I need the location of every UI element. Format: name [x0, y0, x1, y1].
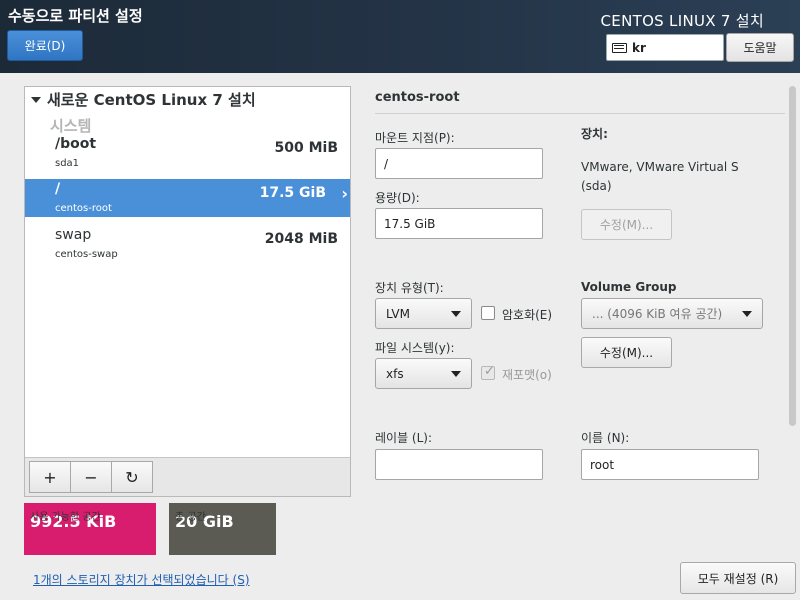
chevron-right-icon: ›: [341, 184, 348, 203]
page-title: 수동으로 파티션 설정: [8, 7, 143, 25]
product-title: CENTOS LINUX 7 설치: [600, 12, 764, 30]
device-value-sda: (sda): [581, 179, 612, 193]
modify-device-button[interactable]: 수정(M)...: [581, 209, 672, 240]
mount-name: /: [55, 181, 61, 197]
help-button[interactable]: 도움말: [726, 33, 794, 62]
checkmark-icon: ✓: [484, 364, 495, 379]
mount-row-boot[interactable]: /boot sda1 500 MiB: [25, 134, 350, 179]
device-value: VMware, VMware Virtual S: [581, 160, 739, 174]
encrypt-checkbox[interactable]: [481, 306, 495, 320]
mount-name: swap: [55, 227, 92, 243]
mount-row-swap[interactable]: swap centos-swap 2048 MiB: [25, 225, 350, 270]
keyboard-icon: [612, 42, 627, 53]
expander-triangle-icon: [31, 96, 41, 103]
available-space-label: 사용 가능한 공간: [30, 512, 101, 523]
reformat-label: 재포맷(o): [502, 368, 552, 382]
mount-size: 17.5 GiB: [259, 185, 326, 201]
device-type-value: LVM: [386, 306, 410, 321]
detail-title: centos-root: [375, 90, 460, 105]
name-field[interactable]: root: [581, 449, 759, 480]
remove-mount-button[interactable]: −: [70, 461, 112, 493]
volume-group-label: Volume Group: [581, 280, 677, 294]
device-type-label: 장치 유형(T):: [375, 281, 444, 295]
mount-toolbar: + − ↻: [25, 457, 350, 496]
encrypt-label: 암호화(E): [502, 308, 553, 322]
chevron-down-icon: [742, 310, 752, 317]
done-button[interactable]: 완료(D): [7, 30, 83, 61]
filesystem-select[interactable]: xfs: [375, 358, 472, 389]
mount-name: /boot: [55, 136, 97, 152]
available-space-box: 사용 가능한 공간 992.5 KiB: [24, 503, 156, 555]
mount-size: 2048 MiB: [264, 231, 338, 247]
label-field[interactable]: [375, 449, 543, 480]
reformat-checkbox[interactable]: ✓: [481, 364, 495, 380]
capacity-field[interactable]: 17.5 GiB: [375, 208, 543, 239]
modify-volume-group-button[interactable]: 수정(M)...: [581, 337, 672, 368]
mount-point-panel: 새로운 CentOS Linux 7 설치 시스템 /boot sda1 500…: [24, 86, 351, 497]
storage-devices-link[interactable]: 1개의 스토리지 장치가 선택되었습니다 (S): [33, 571, 250, 588]
keyboard-layout-indicator[interactable]: kr: [606, 34, 724, 61]
total-space-label: 총 공간: [175, 512, 206, 523]
mount-device: centos-swap: [55, 249, 118, 260]
section-label-system: 시스템: [50, 117, 92, 135]
name-field-label: 이름 (N):: [581, 431, 630, 445]
scrollbar[interactable]: [789, 86, 796, 426]
label-field-label: 레이블 (L):: [375, 431, 433, 445]
device-type-select[interactable]: LVM: [375, 298, 472, 329]
capacity-label: 용량(D):: [375, 191, 420, 205]
mount-device: centos-root: [55, 203, 112, 214]
mount-point-label: 마운트 지점(P):: [375, 131, 455, 145]
volume-group-select[interactable]: ... (4096 KiB 여유 공간): [581, 298, 763, 329]
chevron-down-icon: [451, 310, 461, 317]
filesystem-label: 파일 시스템(y):: [375, 341, 455, 355]
install-header-label: 새로운 CentOS Linux 7 설치: [47, 91, 256, 109]
mount-row-root[interactable]: / centos-root 17.5 GiB ›: [25, 179, 350, 217]
header-bar: 수동으로 파티션 설정 완료(D) CENTOS LINUX 7 설치 kr 도…: [0, 0, 800, 73]
volume-group-value: ... (4096 KiB 여유 공간): [592, 307, 723, 321]
add-mount-button[interactable]: +: [29, 461, 71, 493]
device-label: 장치:: [581, 127, 608, 141]
reset-all-button[interactable]: 모두 재설정 (R): [680, 562, 796, 594]
filesystem-value: xfs: [386, 366, 404, 381]
chevron-down-icon: [451, 370, 461, 377]
refresh-button[interactable]: ↻: [111, 461, 153, 493]
keyboard-layout-label: kr: [632, 40, 646, 55]
install-expander[interactable]: 새로운 CentOS Linux 7 설치: [31, 89, 256, 110]
divider: [375, 113, 785, 114]
mount-point-field[interactable]: /: [375, 148, 543, 179]
mount-device: sda1: [55, 158, 80, 169]
mount-size: 500 MiB: [274, 140, 339, 156]
total-space-box: 총 공간 20 GiB: [169, 503, 276, 555]
